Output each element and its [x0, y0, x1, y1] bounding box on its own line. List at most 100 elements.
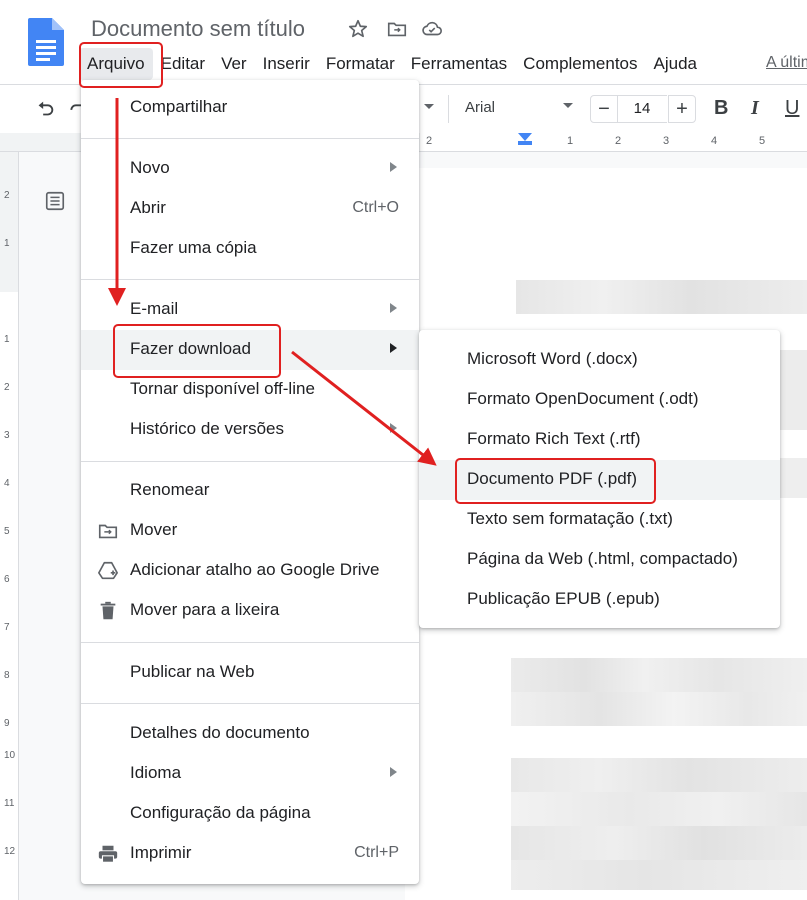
menu-separator: [81, 703, 419, 704]
vruler-mark: 10: [4, 750, 16, 761]
ruler-mark: 5: [759, 135, 766, 147]
menu-separator: [81, 279, 419, 280]
download-epub[interactable]: Publicação EPUB (.epub): [419, 580, 780, 620]
vruler-mark: 5: [4, 526, 10, 537]
download-odt[interactable]: Formato OpenDocument (.odt): [419, 380, 780, 420]
document-title[interactable]: Documento sem título: [91, 16, 305, 42]
cloud-saved-icon[interactable]: [421, 18, 443, 40]
underline-button[interactable]: U: [785, 97, 799, 120]
vruler-mark: 7: [4, 622, 10, 633]
blurred-text: [516, 280, 807, 314]
font-size-decrease-button[interactable]: −: [590, 95, 618, 123]
menu-ferramentas[interactable]: Ferramentas: [403, 48, 515, 80]
font-size-input[interactable]: 14: [617, 95, 667, 123]
menu-inserir[interactable]: Inserir: [255, 48, 318, 80]
download-docx[interactable]: Microsoft Word (.docx): [419, 340, 780, 380]
submenu-arrow-icon: [390, 162, 397, 172]
vertical-ruler[interactable]: 2 1 1 2 3 4 5 6 7 8 9 10 11 12: [0, 152, 19, 900]
annotation-box-pdf: [455, 458, 656, 504]
ruler-mark: 2: [426, 135, 433, 147]
vruler-mark: 11: [4, 798, 15, 809]
download-html[interactable]: Página da Web (.html, compactado): [419, 540, 780, 580]
ruler-page-area: [420, 133, 807, 151]
undo-icon[interactable]: [34, 98, 56, 120]
style-dropdown-arrow-icon[interactable]: [424, 104, 434, 109]
vruler-mark: 2: [4, 382, 10, 393]
menu-item-mover[interactable]: Mover: [81, 511, 419, 551]
menu-item-shortcut: Ctrl+O: [352, 199, 399, 216]
menu-bar: Arquivo Editar Ver Inserir Formatar Ferrament…: [79, 48, 705, 80]
menu-item-label: Configuração da página: [130, 803, 311, 822]
print-icon: [98, 845, 118, 863]
download-txt[interactable]: Texto sem formatação (.txt): [419, 500, 780, 540]
vruler-mark: 3: [4, 430, 10, 441]
menu-complementos[interactable]: Complementos: [515, 48, 645, 80]
vruler-mark: 4: [4, 478, 10, 489]
indent-marker-icon[interactable]: [518, 133, 532, 141]
menu-item-shortcut: Ctrl+P: [354, 844, 399, 861]
submenu-item-label: Texto sem formatação (.txt): [467, 509, 673, 528]
submenu-arrow-icon: [390, 303, 397, 313]
vruler-mark: 8: [4, 670, 10, 681]
font-size-increase-button[interactable]: +: [668, 95, 696, 123]
menu-item-atalho-drive[interactable]: Adicionar atalho ao Google Drive: [81, 551, 419, 591]
menu-item-novo[interactable]: Novo: [81, 149, 419, 189]
annotation-box-fazer-download: [113, 324, 281, 378]
menu-item-renomear[interactable]: Renomear: [81, 471, 419, 511]
redo-icon[interactable]: [68, 98, 82, 120]
menu-item-label: Adicionar atalho ao Google Drive: [130, 560, 380, 579]
menu-item-historico-versoes[interactable]: Histórico de versões: [81, 410, 419, 450]
vruler-mark: 1: [4, 238, 10, 249]
menu-item-label: Novo: [130, 158, 170, 177]
blurred-text: [511, 658, 807, 692]
font-dropdown-arrow-icon[interactable]: [563, 103, 573, 108]
ruler-mark: 1: [567, 135, 574, 147]
menu-item-label: Imprimir: [130, 843, 192, 862]
file-menu: Compartilhar Novo Abrir Ctrl+O Fazer uma …: [81, 80, 419, 884]
menu-ajuda[interactable]: Ajuda: [646, 48, 705, 80]
italic-button[interactable]: I: [751, 97, 759, 120]
menu-item-label: Detalhes do documento: [130, 723, 310, 742]
trash-icon: [100, 601, 116, 620]
blurred-text: [511, 758, 807, 792]
drive-shortcut-icon: [98, 561, 118, 580]
google-docs-logo-icon[interactable]: [28, 18, 64, 66]
bold-button[interactable]: B: [714, 97, 728, 120]
menu-item-abrir[interactable]: Abrir Ctrl+O: [81, 189, 419, 229]
document-outline-icon[interactable]: [44, 190, 66, 212]
menu-formatar[interactable]: Formatar: [318, 48, 403, 80]
menu-item-config-pagina[interactable]: Configuração da página: [81, 794, 419, 834]
blurred-text: [511, 692, 807, 726]
ruler-mark: 2: [615, 135, 622, 147]
menu-item-detalhes[interactable]: Detalhes do documento: [81, 714, 419, 754]
toolbar-divider: [448, 95, 449, 123]
menu-item-label: Compartilhar: [130, 97, 228, 116]
menu-item-lixeira[interactable]: Mover para a lixeira: [81, 591, 419, 631]
menu-ver[interactable]: Ver: [213, 48, 255, 80]
indent-marker-bar[interactable]: [518, 141, 532, 145]
submenu-item-label: Publicação EPUB (.epub): [467, 589, 660, 608]
ruler-mark: 3: [663, 135, 670, 147]
menu-item-idioma[interactable]: Idioma: [81, 754, 419, 794]
annotation-box-arquivo: [79, 42, 163, 88]
menu-item-imprimir[interactable]: Imprimir Ctrl+P: [81, 834, 419, 874]
submenu-item-label: Microsoft Word (.docx): [467, 349, 638, 368]
submenu-item-label: Formato Rich Text (.rtf): [467, 429, 641, 448]
menu-item-label: Renomear: [130, 480, 210, 499]
menu-item-compartilhar[interactable]: Compartilhar: [81, 88, 419, 128]
vruler-mark: 6: [4, 574, 10, 585]
menu-item-publicar-web[interactable]: Publicar na Web: [81, 653, 419, 693]
submenu-arrow-icon: [390, 343, 397, 353]
menu-item-fazer-copia[interactable]: Fazer uma cópia: [81, 229, 419, 269]
menu-item-label: Tornar disponível off-line: [130, 379, 315, 398]
last-edit-link[interactable]: A últim: [766, 54, 807, 72]
menu-item-label: Mover: [130, 520, 178, 539]
font-select[interactable]: Arial: [465, 99, 495, 116]
vruler-mark: 12: [4, 846, 16, 857]
menu-item-label: Histórico de versões: [130, 419, 285, 438]
submenu-arrow-icon: [390, 767, 397, 777]
move-to-folder-icon[interactable]: [386, 18, 408, 40]
menu-item-label: Mover para a lixeira: [130, 600, 280, 619]
star-icon[interactable]: [347, 18, 369, 40]
download-rtf[interactable]: Formato Rich Text (.rtf): [419, 420, 780, 460]
